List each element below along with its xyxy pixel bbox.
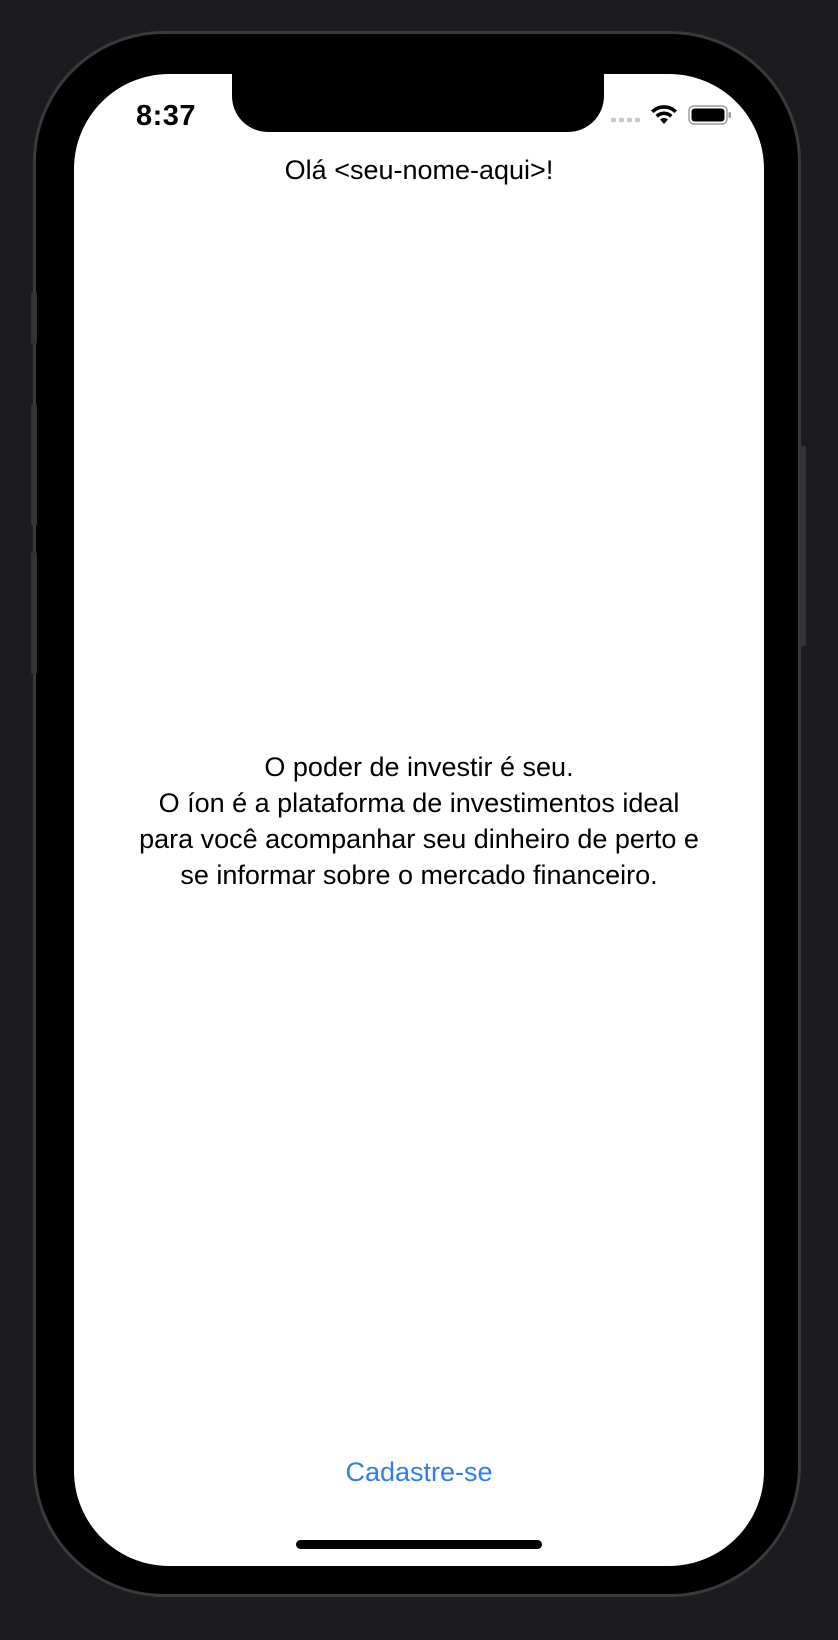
battery-icon	[688, 105, 731, 125]
volume-up-button	[31, 404, 37, 526]
mute-switch	[31, 292, 37, 344]
intro-line: se informar sobre o mercado financeiro.	[180, 860, 658, 890]
phone-screen: 8:37 Olá <seu-nome-aqui>! O poder de inv…	[74, 74, 764, 1566]
intro-line: para você acompanhar seu dinheiro de per…	[139, 824, 699, 854]
greeting-text: Olá <seu-nome-aqui>!	[284, 155, 554, 185]
power-button	[800, 446, 806, 646]
notch	[232, 74, 604, 132]
wifi-icon	[651, 105, 677, 124]
intro-line: O íon é a plataforma de investimentos id…	[158, 788, 680, 818]
intro-text: O poder de investir é seu. O íon é a pla…	[94, 749, 744, 893]
status-time: 8:37	[136, 100, 197, 132]
intro-line: O poder de investir é seu.	[264, 752, 574, 782]
status-icons	[611, 104, 732, 126]
home-indicator[interactable]	[296, 1540, 542, 1549]
signal-icon	[611, 108, 640, 122]
volume-down-button	[31, 552, 37, 674]
signup-button[interactable]: Cadastre-se	[74, 1457, 764, 1488]
